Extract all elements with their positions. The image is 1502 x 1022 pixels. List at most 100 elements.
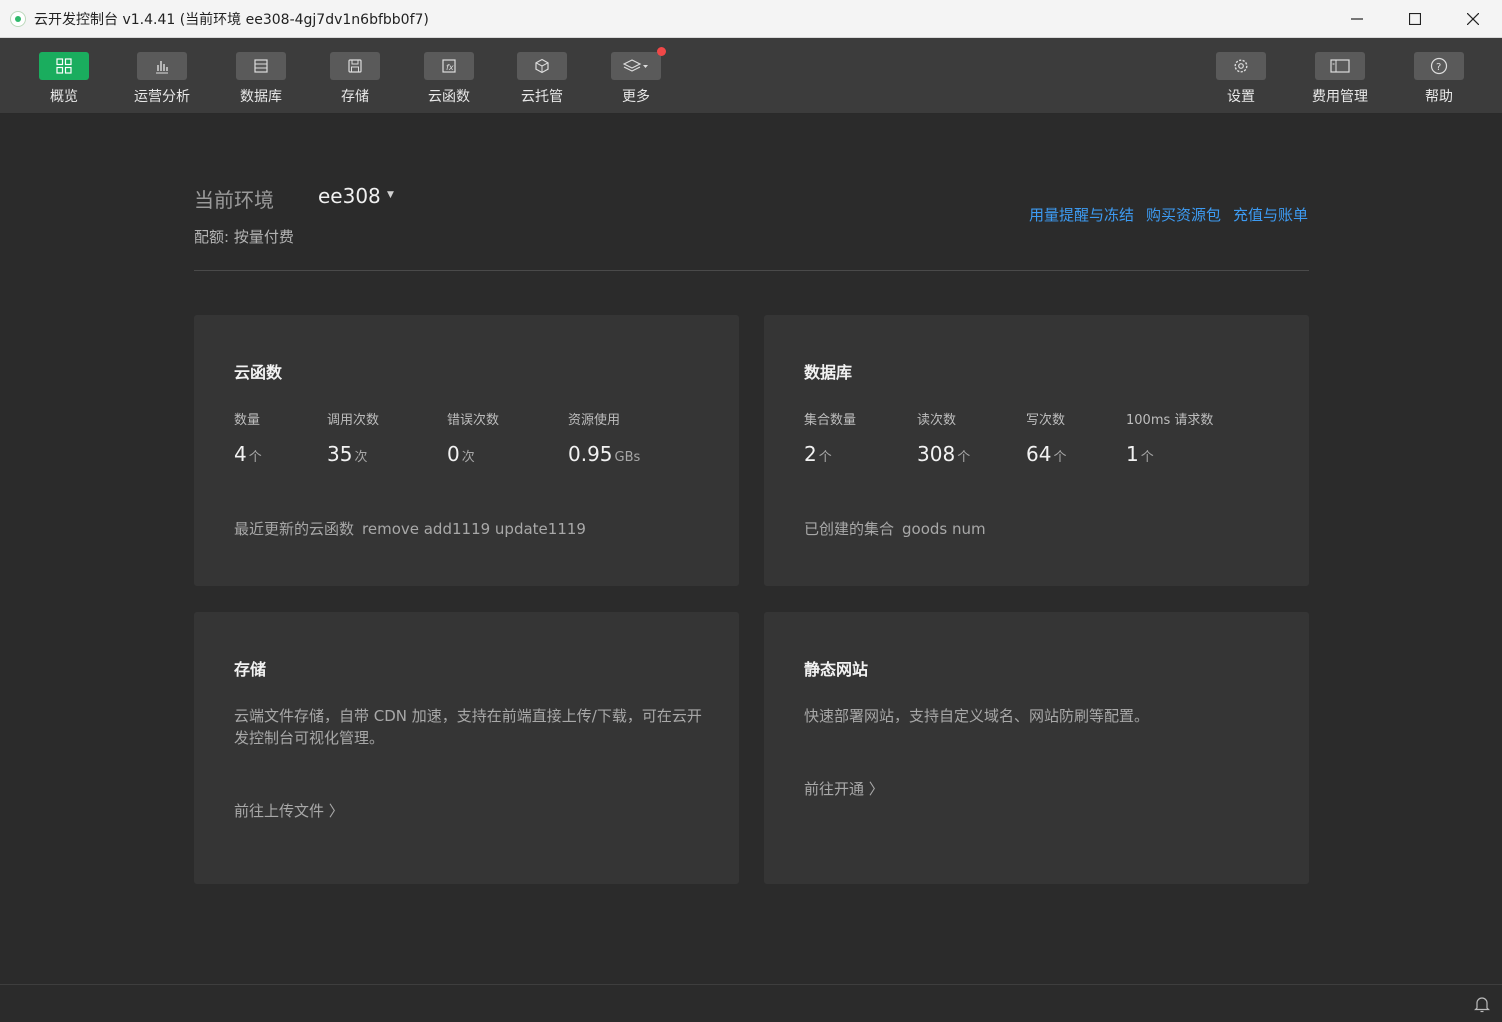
storage-description: 云端文件存储，自带 CDN 加速，支持在前端直接上传/下载，可在云开发控制台可视… bbox=[234, 707, 702, 747]
stat-unit: 个 bbox=[818, 450, 832, 465]
card-title: 静态网站 bbox=[804, 660, 869, 679]
created-collections-names: goods num bbox=[902, 520, 986, 538]
gear-icon bbox=[1234, 59, 1248, 73]
tool-hosting-label: 云托管 bbox=[521, 89, 563, 105]
stat-value: 4 bbox=[234, 442, 247, 466]
stat-writes: 写次数 64 个 bbox=[1026, 409, 1066, 466]
created-collections-label: 已创建的集合 bbox=[804, 520, 895, 538]
card-title: 存储 bbox=[234, 660, 267, 679]
stat-invocations: 调用次数 35 次 bbox=[327, 409, 379, 466]
env-label: 当前环境 bbox=[194, 188, 274, 212]
recent-functions-names: remove add1119 update1119 bbox=[362, 520, 586, 538]
stat-label: 读次数 bbox=[917, 413, 957, 428]
tool-functions-label: 云函数 bbox=[428, 89, 470, 105]
stat-unit: 个 bbox=[1140, 450, 1154, 465]
stat-unit: 个 bbox=[957, 450, 971, 465]
tool-settings-label: 设置 bbox=[1227, 89, 1255, 105]
tool-billing-label: 费用管理 bbox=[1312, 89, 1368, 105]
recent-functions: 最近更新的云函数 remove add1119 update1119 bbox=[234, 518, 586, 539]
bell-icon[interactable] bbox=[1474, 995, 1490, 1013]
title-bar: 云开发控制台 v1.4.41 (当前环境 ee308-4gj7dv1n6bfbb… bbox=[0, 0, 1502, 38]
tool-overview[interactable]: 概览 bbox=[34, 52, 94, 106]
stat-value: 0.95 bbox=[568, 442, 613, 466]
function-icon: fx bbox=[442, 59, 456, 73]
maximize-icon bbox=[1409, 13, 1421, 25]
main-toolbar: 概览 运营分析 数据库 存储 fx 云函数 云托管 更多 设置 费用管理 ? 帮… bbox=[0, 38, 1502, 114]
stat-label: 资源使用 bbox=[568, 413, 621, 428]
close-icon bbox=[1467, 13, 1479, 25]
storage-card: 存储 云端文件存储，自带 CDN 加速，支持在前端直接上传/下载，可在云开发控制… bbox=[194, 612, 739, 884]
upload-files-link[interactable]: 前往上传文件 〉 bbox=[234, 800, 344, 821]
stat-value: 64 bbox=[1026, 442, 1052, 466]
stat-unit: 次 bbox=[461, 450, 475, 465]
stat-unit: 个 bbox=[1053, 450, 1067, 465]
stat-label: 100ms 请求数 bbox=[1126, 413, 1214, 428]
caret-down-icon[interactable]: ▼ bbox=[387, 190, 394, 200]
maximize-button[interactable] bbox=[1386, 0, 1444, 38]
tool-help[interactable]: ? 帮助 bbox=[1409, 52, 1469, 106]
usage-alert-link[interactable]: 用量提醒与冻结 bbox=[1029, 204, 1134, 225]
tool-functions[interactable]: fx 云函数 bbox=[419, 52, 479, 106]
database-card: 数据库 集合数量 2个 读次数 308 个 写次数 64 个 100ms 请求数 1… bbox=[764, 315, 1309, 586]
status-bar bbox=[0, 984, 1502, 1022]
stat-unit: 个 bbox=[248, 450, 262, 465]
enable-static-website-link[interactable]: 前往开通 〉 bbox=[804, 778, 884, 799]
save-icon bbox=[348, 59, 362, 73]
recent-functions-label: 最近更新的云函数 bbox=[234, 520, 355, 538]
app-logo-icon bbox=[10, 10, 26, 27]
stat-value: 0 bbox=[447, 442, 460, 466]
tool-more-label: 更多 bbox=[622, 89, 650, 105]
window-controls bbox=[1328, 0, 1502, 38]
stat-errors: 错误次数 0次 bbox=[447, 409, 499, 466]
stat-value: 308 bbox=[917, 442, 956, 466]
header-links: 用量提醒与冻结 购买资源包 充值与账单 bbox=[1029, 204, 1308, 225]
stat-unit: 次 bbox=[354, 450, 368, 465]
recharge-link[interactable]: 充值与账单 bbox=[1233, 204, 1308, 225]
tool-settings[interactable]: 设置 bbox=[1211, 52, 1271, 106]
layers-icon bbox=[623, 59, 648, 72]
stat-resource: 资源使用 0.95 GBs bbox=[568, 409, 640, 466]
grid-icon bbox=[56, 58, 72, 74]
buy-resource-link[interactable]: 购买资源包 bbox=[1146, 204, 1221, 225]
stat-collections: 集合数量 2个 bbox=[804, 409, 856, 466]
stat-label: 集合数量 bbox=[804, 413, 857, 428]
stat-count: 数量 4个 bbox=[234, 409, 262, 466]
stat-label: 调用次数 bbox=[327, 413, 380, 428]
functions-card: 云函数 数量 4个 调用次数 35 次 错误次数 0次 资源使用 0.95 GBs … bbox=[194, 315, 739, 586]
tool-storage[interactable]: 存储 bbox=[325, 52, 385, 106]
window-title: 云开发控制台 v1.4.41 (当前环境 ee308-4gj7dv1n6bfbb… bbox=[34, 11, 429, 28]
stat-unit: GBs bbox=[614, 450, 641, 465]
tool-help-label: 帮助 bbox=[1425, 89, 1453, 105]
static-website-card: 静态网站 快速部署网站，支持自定义域名、网站防刷等配置。 前往开通 〉 bbox=[764, 612, 1309, 884]
stat-100ms-requests: 100ms 请求数 1个 bbox=[1126, 409, 1213, 466]
stat-label: 写次数 bbox=[1026, 413, 1066, 428]
stat-value: 35 bbox=[327, 442, 353, 466]
static-website-description: 快速部署网站，支持自定义域名、网站防刷等配置。 bbox=[804, 707, 1150, 725]
stat-label: 错误次数 bbox=[447, 413, 500, 428]
main-content: 当前环境 ee308 ▼ 配额: 按量付费 用量提醒与冻结 购买资源包 充值与账… bbox=[0, 114, 1502, 984]
close-button[interactable] bbox=[1444, 0, 1502, 38]
tool-overview-label: 概览 bbox=[50, 89, 78, 105]
minimize-button[interactable] bbox=[1328, 0, 1386, 38]
tool-database[interactable]: 数据库 bbox=[231, 52, 291, 106]
tool-storage-label: 存储 bbox=[341, 89, 369, 105]
tool-database-label: 数据库 bbox=[240, 89, 282, 105]
tool-billing[interactable]: 费用管理 bbox=[1310, 52, 1370, 106]
stat-label: 数量 bbox=[234, 413, 261, 428]
tool-hosting[interactable]: 云托管 bbox=[512, 52, 572, 106]
card-title: 云函数 bbox=[234, 363, 283, 382]
help-icon: ? bbox=[1430, 57, 1448, 75]
tool-more[interactable]: 更多 bbox=[606, 47, 666, 106]
quota-text: 配额: 按量付费 bbox=[194, 228, 294, 246]
notification-dot bbox=[657, 47, 666, 56]
tool-analytics-label: 运营分析 bbox=[134, 89, 190, 105]
created-collections: 已创建的集合 goods num bbox=[804, 518, 986, 539]
wallet-icon bbox=[1330, 59, 1350, 73]
minimize-icon bbox=[1351, 18, 1363, 20]
database-icon bbox=[254, 59, 268, 73]
cube-icon bbox=[535, 58, 549, 74]
env-selector[interactable]: ee308 bbox=[318, 184, 381, 208]
stat-value: 1 bbox=[1126, 442, 1139, 466]
card-title: 数据库 bbox=[804, 363, 853, 382]
tool-analytics[interactable]: 运营分析 bbox=[132, 52, 192, 106]
